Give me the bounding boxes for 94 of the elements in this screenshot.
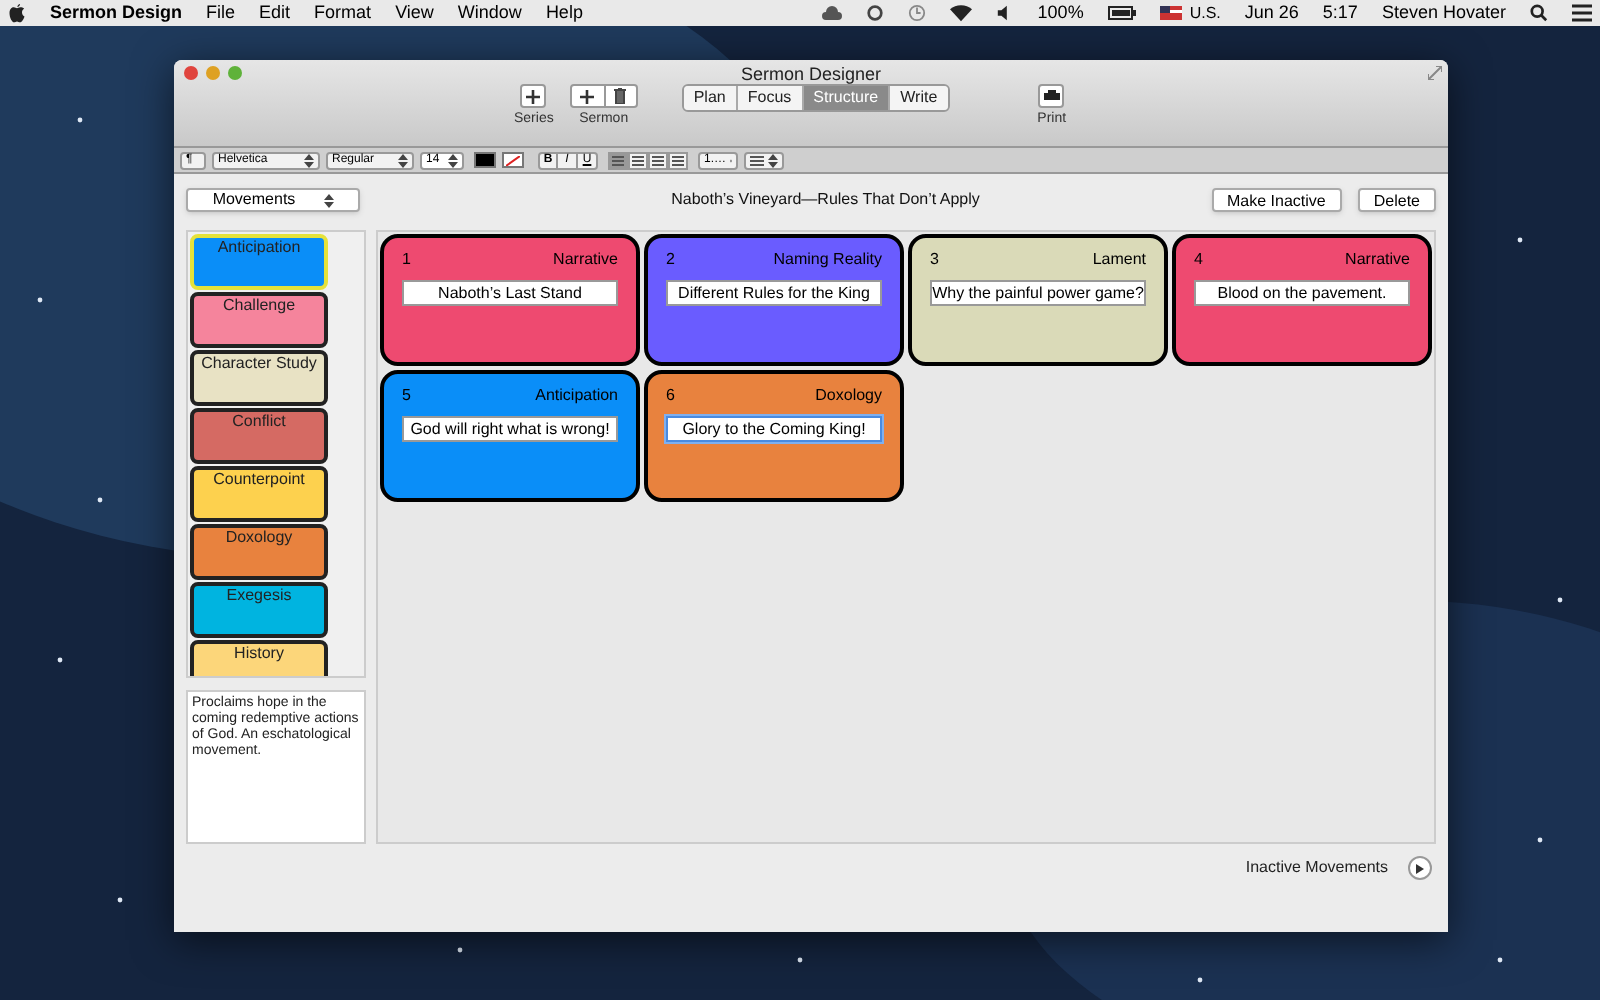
card-type: Lament xyxy=(1092,250,1146,270)
movement-card[interactable]: 5 Anticipation God will right what is wrong! xyxy=(380,370,640,502)
view-tab[interactable]: Focus xyxy=(735,86,802,110)
card-title-field[interactable]: Different Rules for the King xyxy=(666,280,882,306)
menu-item[interactable]: Format xyxy=(314,0,372,27)
align-button[interactable] xyxy=(648,151,668,169)
palette-label: Conflict xyxy=(232,412,286,430)
sermon-title: Naboth’s Vineyard—Rules That Don’t Apply xyxy=(669,188,982,212)
card-number: 4 xyxy=(1194,250,1203,270)
search-icon[interactable] xyxy=(1530,4,1548,22)
apple-icon[interactable] xyxy=(8,3,26,23)
menu-item[interactable]: File xyxy=(206,0,236,27)
align-button[interactable] xyxy=(628,151,648,169)
wifi-icon[interactable] xyxy=(949,4,972,22)
text-color-well[interactable] xyxy=(474,152,496,168)
palette-item[interactable]: History xyxy=(190,640,328,676)
header-button[interactable]: Make Inactive xyxy=(1211,188,1342,212)
view-tab[interactable]: Plan xyxy=(683,86,736,110)
card-type: Naming Reality xyxy=(773,250,882,270)
palette-item[interactable]: Counterpoint xyxy=(190,466,328,522)
play-icon xyxy=(1416,863,1424,873)
movement-card[interactable]: 4 Narrative Blood on the pavement. xyxy=(1172,234,1432,366)
view-tab[interactable]: Write xyxy=(888,86,948,110)
list-icon xyxy=(750,155,764,165)
align-icon xyxy=(632,155,644,165)
delete-sermon-button[interactable] xyxy=(605,84,638,108)
movement-card[interactable]: 6 Doxology Glory to the Coming King! xyxy=(644,370,904,502)
menu-date[interactable]: Jun 26 xyxy=(1244,0,1299,27)
movement-card[interactable]: 1 Narrative Naboth’s Last Stand xyxy=(380,234,640,366)
palette-label: Character Study xyxy=(201,354,317,372)
clock-icon[interactable] xyxy=(907,4,926,22)
user-name[interactable]: Steven Hovater xyxy=(1381,0,1506,27)
card-number: 1 xyxy=(402,250,411,270)
trash-icon xyxy=(614,88,627,104)
app-menu[interactable]: Sermon Design xyxy=(50,0,183,27)
fullscreen-icon[interactable] xyxy=(1428,66,1442,80)
palette-item[interactable]: Conflict xyxy=(190,408,328,464)
palette-item[interactable]: Doxology xyxy=(190,524,328,580)
movement-card[interactable]: 3 Lament Why the painful power game? xyxy=(908,234,1168,366)
align-icon xyxy=(652,155,664,165)
card-title-field[interactable]: Glory to the Coming King! xyxy=(666,416,882,442)
sync-icon[interactable] xyxy=(865,4,884,22)
palette-label: Anticipation xyxy=(217,238,301,256)
movement-card[interactable]: 2 Naming Reality Different Rules for the King xyxy=(644,234,904,366)
card-number: 5 xyxy=(402,386,411,406)
plus-icon xyxy=(526,89,541,103)
align-icon xyxy=(672,155,684,165)
menu-item[interactable]: Help xyxy=(545,0,583,27)
palette-item[interactable]: Character Study xyxy=(190,350,328,406)
align-button[interactable] xyxy=(668,151,688,169)
palette-label: Challenge xyxy=(222,296,296,314)
flag-icon[interactable] xyxy=(1159,6,1182,20)
battery-icon[interactable] xyxy=(1107,6,1136,20)
print-button[interactable] xyxy=(1038,84,1065,108)
palette-item[interactable]: Exegesis xyxy=(190,582,328,638)
card-number: 6 xyxy=(666,386,675,406)
card-number: 2 xyxy=(666,250,675,270)
header-button[interactable]: Delete xyxy=(1357,188,1436,212)
window-title: Sermon Designer xyxy=(740,61,882,88)
align-button[interactable] xyxy=(608,151,628,169)
list-popup[interactable] xyxy=(744,151,784,169)
card-number: 3 xyxy=(930,250,939,270)
align-icon xyxy=(612,155,624,165)
palette-label: Doxology xyxy=(225,528,293,546)
menu-time[interactable]: 5:17 xyxy=(1322,0,1358,27)
card-type: Anticipation xyxy=(535,386,618,406)
movements-dropdown[interactable]: Movements xyxy=(186,188,360,212)
menu-item[interactable]: View xyxy=(395,0,434,27)
cloud-icon[interactable] xyxy=(819,4,842,22)
card-title-field[interactable]: God will right what is wrong! xyxy=(402,416,618,442)
printer-icon xyxy=(1043,90,1060,102)
highlight-color-well[interactable] xyxy=(502,152,524,168)
input-source[interactable]: U.S. xyxy=(1189,1,1221,25)
list-icon[interactable] xyxy=(1572,4,1592,22)
palette-item[interactable]: Anticipation xyxy=(190,234,328,290)
card-type: Narrative xyxy=(1345,250,1410,270)
close-button[interactable] xyxy=(184,66,198,80)
card-type: Narrative xyxy=(553,250,618,270)
menu-item[interactable]: Window xyxy=(457,0,522,27)
palette-label: Counterpoint xyxy=(213,470,305,488)
menu-item[interactable]: Edit xyxy=(259,0,291,27)
card-title-field[interactable]: Why the painful power game? xyxy=(930,280,1146,306)
battery-percent[interactable]: 100% xyxy=(1037,0,1084,27)
card-title-field[interactable]: Blood on the pavement. xyxy=(1194,280,1410,306)
palette-label: Exegesis xyxy=(226,586,292,604)
card-title-field[interactable]: Naboth’s Last Stand xyxy=(402,280,618,306)
plus-icon xyxy=(580,89,595,103)
no-color-icon xyxy=(506,155,520,165)
card-type: Doxology xyxy=(815,386,882,406)
inactive-movements-label: Inactive Movements xyxy=(1245,856,1388,880)
palette-item[interactable]: Challenge xyxy=(190,292,328,348)
add-sermon-button[interactable] xyxy=(569,84,606,108)
palette-label: History xyxy=(234,644,284,662)
add-series-button[interactable] xyxy=(520,84,547,108)
